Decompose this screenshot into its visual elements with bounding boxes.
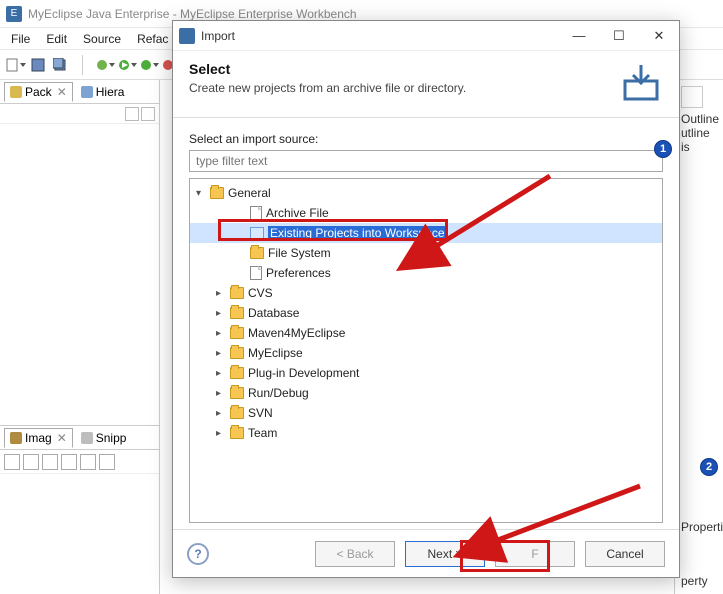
package-explorer-tabs: Pack ✕ Hiera (0, 80, 159, 104)
dialog-titlebar[interactable]: Import — ☐ ✕ (173, 21, 679, 51)
highlight-box-tree (218, 219, 448, 241)
tree-leaf-preferences[interactable]: Preferences (190, 263, 662, 283)
cancel-button[interactable]: Cancel (585, 541, 665, 567)
tab-label: Snipp (96, 431, 127, 445)
tb-save-icon[interactable] (28, 55, 48, 75)
ide-title: MyEclipse Java Enterprise - MyEclipse En… (28, 7, 357, 21)
tree-node-svn[interactable]: SVN (190, 403, 662, 423)
image-view-body[interactable] (0, 474, 159, 594)
annotation-badge-1: 1 (654, 140, 672, 158)
tree-node-database[interactable]: Database (190, 303, 662, 323)
file-icon (250, 206, 262, 220)
outline-is-label: utline is (681, 126, 717, 154)
link-editor-icon[interactable] (141, 107, 155, 121)
highlight-box-next (460, 540, 550, 572)
fit-icon[interactable] (80, 454, 96, 470)
close-icon[interactable]: ✕ (57, 85, 67, 99)
import-source-tree[interactable]: General Archive File Existing Projects i… (189, 178, 663, 523)
hierarchy-icon (81, 86, 93, 98)
folder-icon (230, 307, 244, 319)
tab-label: Imag (25, 431, 52, 445)
annotation-badge-2: 2 (700, 458, 718, 476)
tb-new-icon[interactable] (6, 55, 26, 75)
menu-refactor[interactable]: Refac (130, 30, 175, 48)
folder-icon (210, 187, 224, 199)
perspective-switch-icon[interactable] (681, 86, 703, 108)
tab-package[interactable]: Pack ✕ (4, 82, 73, 102)
dialog-subheading: Create new projects from an archive file… (189, 81, 466, 95)
close-button[interactable]: ✕ (639, 22, 679, 50)
tb-debug-icon[interactable] (95, 55, 115, 75)
tab-hierarchy[interactable]: Hiera (75, 82, 131, 102)
package-explorer-body[interactable] (0, 124, 159, 425)
import-banner-icon (619, 61, 663, 105)
menu-file[interactable]: File (4, 30, 37, 48)
dialog-app-icon (179, 28, 195, 44)
image-view-tabs: Imag ✕ Snipp (0, 426, 159, 450)
tree-node-maven[interactable]: Maven4MyEclipse (190, 323, 662, 343)
tab-label: Pack (25, 85, 52, 99)
grid-icon[interactable] (99, 454, 115, 470)
tab-image[interactable]: Imag ✕ (4, 428, 73, 448)
folder-icon (230, 407, 244, 419)
image-toolbar (0, 450, 159, 474)
properties-label: Properti (681, 520, 717, 534)
maximize-button[interactable]: ☐ (599, 22, 639, 50)
folder-icon (250, 247, 264, 259)
zoom-out-icon[interactable] (42, 454, 58, 470)
minimize-button[interactable]: — (559, 22, 599, 50)
tb-run-icon[interactable] (117, 55, 137, 75)
type-filter-input[interactable] (189, 150, 663, 172)
package-icon (10, 86, 22, 98)
tree-node-team[interactable]: Team (190, 423, 662, 443)
dialog-heading: Select (189, 61, 466, 77)
tree-node-general[interactable]: General (190, 183, 662, 203)
property-label: perty (681, 574, 717, 588)
tree-node-plugin-dev[interactable]: Plug-in Development (190, 363, 662, 383)
back-button: < Back (315, 541, 395, 567)
tb-run2-icon[interactable] (139, 55, 159, 75)
file-icon (250, 266, 262, 280)
tree-leaf-file-system[interactable]: File System (190, 243, 662, 263)
tab-label: Hiera (96, 85, 125, 99)
tree-node-cvs[interactable]: CVS (190, 283, 662, 303)
folder-icon (230, 287, 244, 299)
app-icon: E (6, 6, 22, 22)
folder-icon (230, 427, 244, 439)
folder-icon (230, 347, 244, 359)
rect-icon[interactable] (23, 454, 39, 470)
folder-icon (230, 327, 244, 339)
close-icon[interactable]: ✕ (57, 431, 67, 445)
zoom-in-icon[interactable] (61, 454, 77, 470)
dialog-title: Import (201, 29, 235, 43)
source-label: Select an import source: (189, 132, 663, 146)
tb-saveall-icon[interactable] (50, 55, 70, 75)
outline-label: Outline (681, 112, 717, 126)
collapse-all-icon[interactable] (125, 107, 139, 121)
menu-edit[interactable]: Edit (39, 30, 74, 48)
image-icon (10, 432, 22, 444)
tree-node-myeclipse[interactable]: MyEclipse (190, 343, 662, 363)
menu-source[interactable]: Source (76, 30, 128, 48)
folder-icon (230, 367, 244, 379)
home-icon[interactable] (4, 454, 20, 470)
folder-icon (230, 387, 244, 399)
snippets-icon (81, 432, 93, 444)
tree-node-run-debug[interactable]: Run/Debug (190, 383, 662, 403)
import-dialog: Import — ☐ ✕ Select Create new projects … (172, 20, 680, 578)
help-button[interactable]: ? (187, 543, 209, 565)
tab-snippets[interactable]: Snipp (75, 428, 133, 448)
